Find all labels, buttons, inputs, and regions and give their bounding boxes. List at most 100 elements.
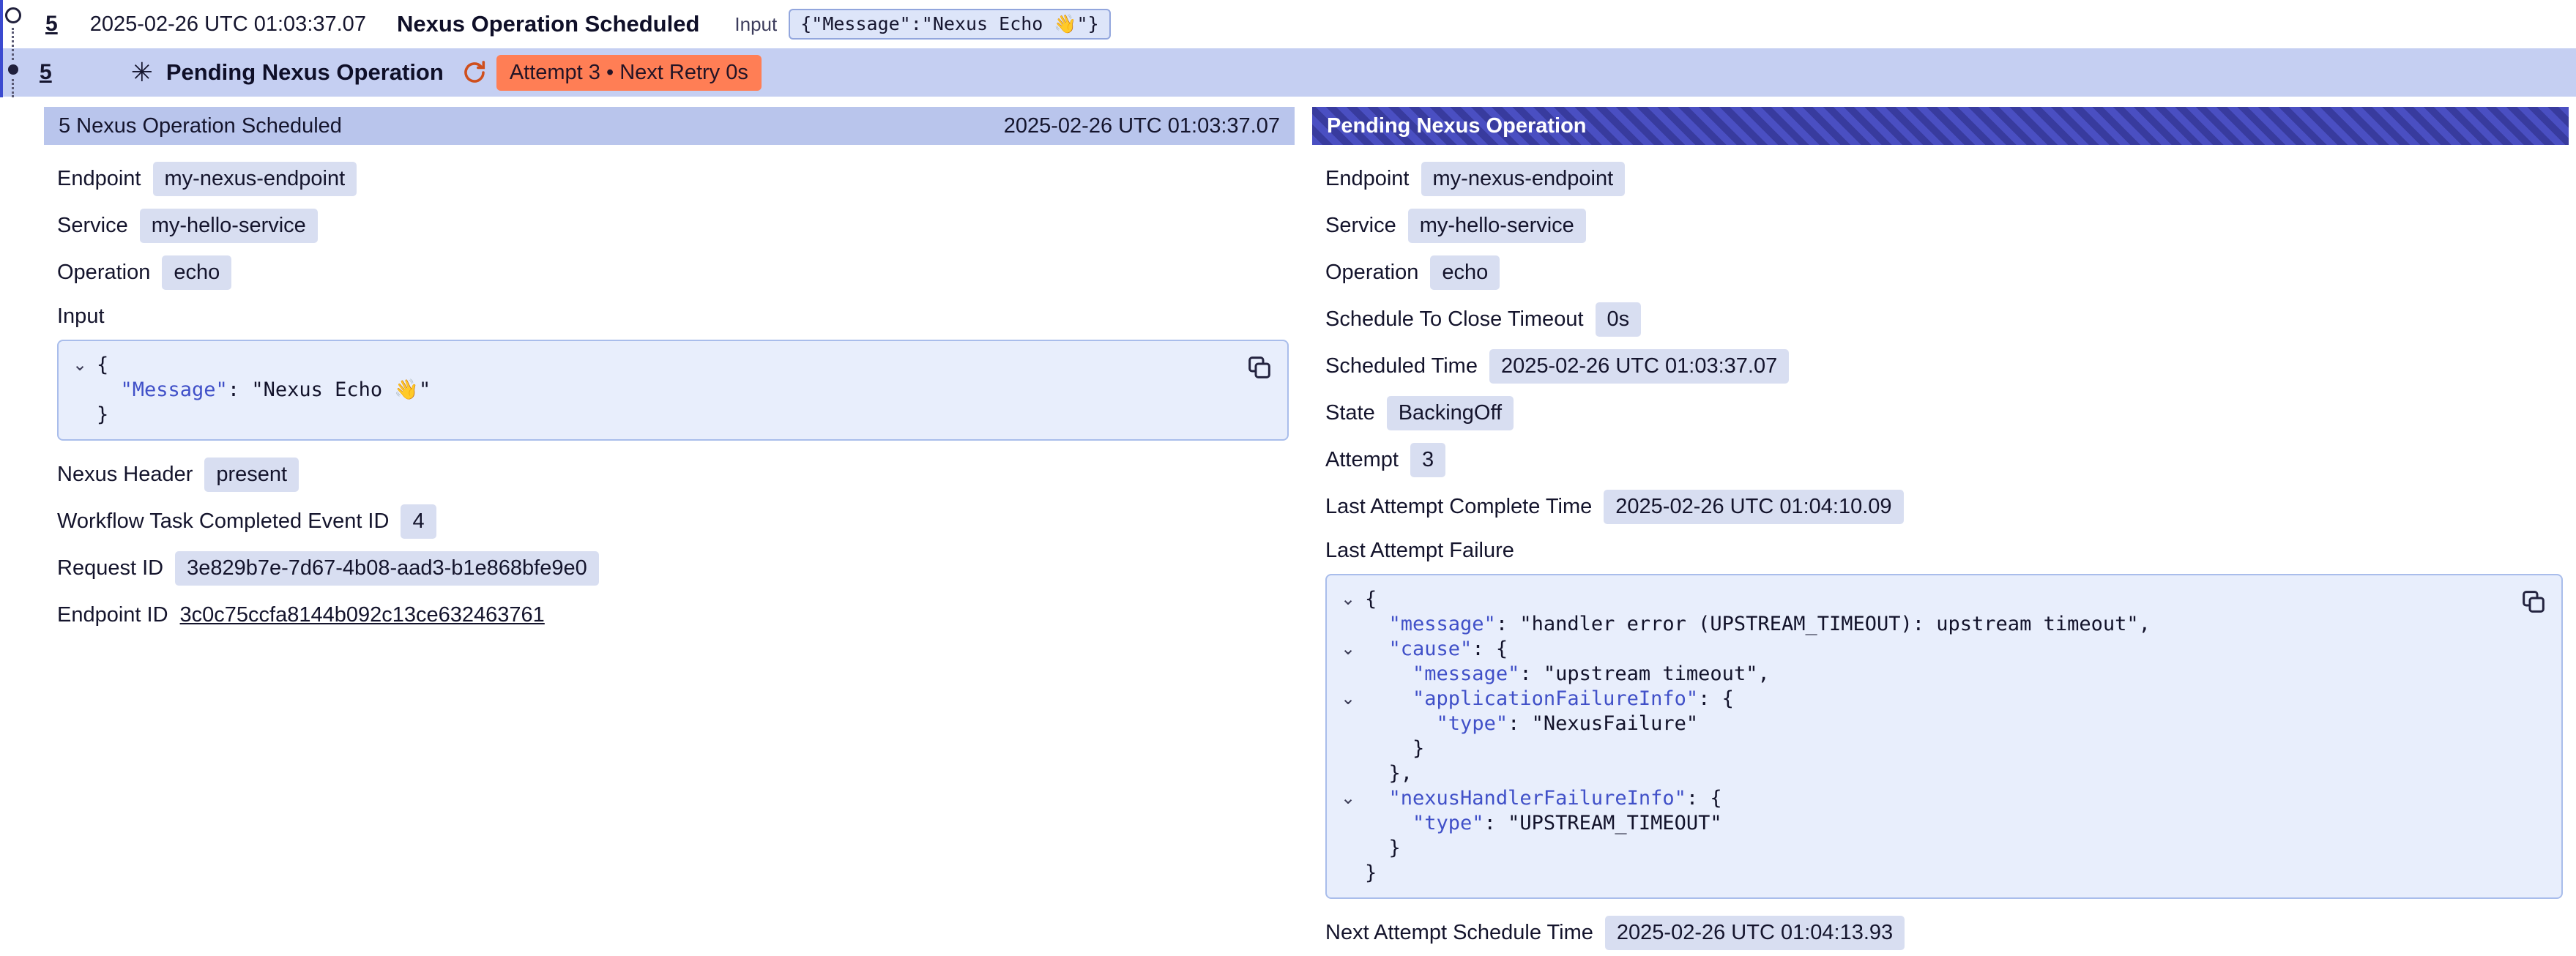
- event-row-pending[interactable]: 5 ✳ Pending Nexus Operation Attempt 3 • …: [0, 48, 2576, 97]
- field-label: Operation: [57, 261, 150, 285]
- field-value-badge: 0s: [1596, 302, 1642, 337]
- field-label: Operation: [1325, 261, 1418, 285]
- field-row-schedule-to-close-timeout: Schedule To Close Timeout 0s: [1325, 296, 2563, 343]
- field-row-operation: Operation echo: [57, 249, 1289, 296]
- code-text: },: [1365, 761, 1412, 786]
- timeline-connector-line: [12, 28, 14, 60]
- field-label: Next Attempt Schedule Time: [1325, 921, 1593, 945]
- event-id-link[interactable]: 5: [45, 12, 58, 37]
- gutter-spacer: [1331, 861, 1365, 886]
- field-label: Schedule To Close Timeout: [1325, 307, 1584, 332]
- field-row-scheduled-time: Scheduled Time 2025-02-26 UTC 01:03:37.0…: [1325, 343, 2563, 389]
- last-attempt-failure-label: Last Attempt Failure: [1325, 530, 2563, 571]
- field-label: Last Attempt Complete Time: [1325, 495, 1592, 519]
- endpoint-id-link[interactable]: 3c0c75ccfa8144b092c13ce632463761: [180, 603, 545, 627]
- field-label: Nexus Header: [57, 463, 193, 487]
- gutter-spacer: [63, 378, 97, 403]
- code-line: }: [63, 403, 1240, 427]
- code-line: ⌄{: [1331, 587, 2514, 612]
- field-row-service: Service my-hello-service: [1325, 202, 2563, 249]
- field-label: Endpoint ID: [57, 603, 168, 627]
- collapse-chevron-icon[interactable]: ⌄: [1331, 637, 1365, 662]
- panel-title: 5 Nexus Operation Scheduled: [59, 114, 342, 138]
- event-history-view: 5 2025-02-26 UTC 01:03:37.07 Nexus Opera…: [0, 0, 2576, 956]
- field-row-next-attempt-schedule-time: Next Attempt Schedule Time 2025-02-26 UT…: [1325, 909, 2563, 956]
- field-row-workflow-task-completed-event-id: Workflow Task Completed Event ID 4: [57, 498, 1289, 545]
- field-row-attempt: Attempt 3: [1325, 436, 2563, 483]
- collapse-chevron-icon[interactable]: ⌄: [63, 353, 97, 378]
- field-label: Endpoint: [57, 167, 141, 191]
- field-label: Scheduled Time: [1325, 354, 1478, 378]
- pending-asterisk-icon: ✳: [131, 59, 153, 86]
- copy-icon[interactable]: [2519, 587, 2548, 616]
- field-label: Service: [1325, 214, 1396, 238]
- field-value-badge: BackingOff: [1387, 396, 1514, 430]
- field-value-badge: 2025-02-26 UTC 01:03:37.07: [1489, 349, 1789, 384]
- code-lines: ⌄{ "message": "handler error (UPSTREAM_T…: [1331, 587, 2514, 886]
- input-json-block: ⌄{ "Message": "Nexus Echo 👋"}: [57, 340, 1289, 441]
- gutter-spacer: [1331, 836, 1365, 861]
- timeline-event-node-icon: [5, 7, 21, 23]
- attempt-retry-badge: Attempt 3 • Next Retry 0s: [496, 55, 762, 91]
- gutter-spacer: [1331, 662, 1365, 687]
- field-row-endpoint: Endpoint my-nexus-endpoint: [57, 155, 1289, 202]
- code-text: {: [97, 353, 108, 378]
- pending-panel-body: Endpoint my-nexus-endpoint Service my-he…: [1312, 145, 2569, 956]
- copy-icon[interactable]: [1245, 353, 1274, 382]
- field-value-badge: my-nexus-endpoint: [1421, 162, 1626, 196]
- scheduled-event-panel: 5 Nexus Operation Scheduled 2025-02-26 U…: [44, 107, 1295, 956]
- code-text: {: [1365, 587, 1377, 612]
- field-row-endpoint: Endpoint my-nexus-endpoint: [1325, 155, 2563, 202]
- code-line: "message": "upstream timeout",: [1331, 662, 2514, 687]
- event-row-scheduled[interactable]: 5 2025-02-26 UTC 01:03:37.07 Nexus Opera…: [0, 0, 2576, 48]
- retry-icon: [461, 59, 488, 86]
- field-value-badge: my-hello-service: [1408, 209, 1586, 243]
- field-label: Endpoint: [1325, 167, 1410, 191]
- panel-title: Pending Nexus Operation: [1327, 114, 1587, 138]
- code-text: "cause": {: [1365, 637, 1508, 662]
- field-row-last-attempt-complete-time: Last Attempt Complete Time 2025-02-26 UT…: [1325, 483, 2563, 530]
- field-value-badge: echo: [1430, 255, 1500, 290]
- field-row-endpoint-id: Endpoint ID 3c0c75ccfa8144b092c13ce63246…: [57, 591, 1289, 638]
- input-preview-chip[interactable]: {"Message":"Nexus Echo 👋"}: [789, 9, 1110, 40]
- gutter-spacer: [1331, 811, 1365, 836]
- code-text: }: [97, 403, 108, 427]
- pending-panel-header: Pending Nexus Operation: [1312, 107, 2569, 145]
- code-line: "type": "UPSTREAM_TIMEOUT": [1331, 811, 2514, 836]
- code-line: }: [1331, 836, 2514, 861]
- field-value-badge: 3e829b7e-7d67-4b08-aad3-b1e868bfe9e0: [175, 551, 599, 586]
- scheduled-panel-header: 5 Nexus Operation Scheduled 2025-02-26 U…: [44, 107, 1295, 145]
- collapse-chevron-icon[interactable]: ⌄: [1331, 687, 1365, 712]
- collapse-chevron-icon[interactable]: ⌄: [1331, 786, 1365, 811]
- gutter-spacer: [63, 403, 97, 427]
- code-line: ⌄{: [63, 353, 1240, 378]
- gutter-spacer: [1331, 761, 1365, 786]
- code-text: }: [1365, 861, 1377, 886]
- event-id-link[interactable]: 5: [40, 60, 52, 85]
- timeline-pending-node-icon: [8, 64, 18, 75]
- timeline-connector-line: [12, 79, 14, 97]
- collapse-chevron-icon[interactable]: ⌄: [1331, 587, 1365, 612]
- field-label: Request ID: [57, 556, 163, 580]
- code-text: }: [1365, 836, 1401, 861]
- code-lines: ⌄{ "Message": "Nexus Echo 👋"}: [63, 353, 1240, 427]
- code-text: "type": "NexusFailure": [1365, 712, 1698, 736]
- code-line: }: [1331, 736, 2514, 761]
- code-text: "message": "upstream timeout",: [1365, 662, 1770, 687]
- panel-timestamp: 2025-02-26 UTC 01:03:37.07: [1004, 114, 1280, 138]
- field-label: Service: [57, 214, 128, 238]
- code-line: "Message": "Nexus Echo 👋": [63, 378, 1240, 403]
- event-title: Pending Nexus Operation: [166, 59, 444, 86]
- code-text: "Message": "Nexus Echo 👋": [97, 378, 431, 403]
- gutter-spacer: [1331, 712, 1365, 736]
- code-line: "message": "handler error (UPSTREAM_TIME…: [1331, 612, 2514, 637]
- code-text: "message": "handler error (UPSTREAM_TIME…: [1365, 612, 2151, 637]
- input-label: Input: [734, 13, 777, 36]
- gutter-spacer: [1331, 736, 1365, 761]
- field-label: Workflow Task Completed Event ID: [57, 509, 389, 534]
- scheduled-panel-body: Endpoint my-nexus-endpoint Service my-he…: [44, 145, 1295, 638]
- field-value-badge: my-nexus-endpoint: [153, 162, 357, 196]
- field-value-badge: 2025-02-26 UTC 01:04:10.09: [1604, 490, 1903, 524]
- field-label: State: [1325, 401, 1375, 425]
- code-line: ⌄ "nexusHandlerFailureInfo": {: [1331, 786, 2514, 811]
